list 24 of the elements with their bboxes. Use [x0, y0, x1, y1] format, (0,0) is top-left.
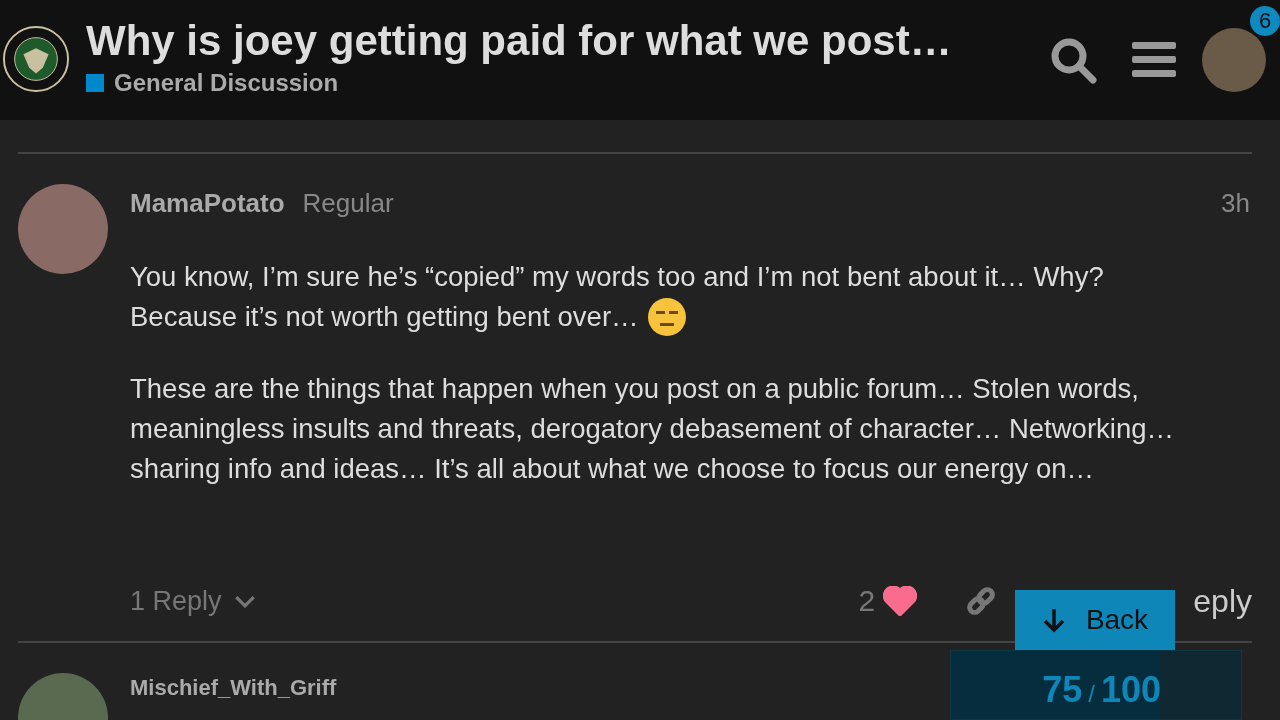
username[interactable]: MamaPotato [130, 188, 285, 219]
notification-badge: 6 [1250, 6, 1280, 36]
category-link[interactable]: General Discussion [114, 69, 339, 97]
post-text: Because it’s not worth getting bent over… [130, 300, 639, 334]
link-icon[interactable] [965, 585, 998, 617]
total-post-count: 100 [1100, 669, 1161, 711]
post-text: These are the things that happen when you post on a public forum… Stolen words, meaningless insults and threats, derogatory debasement of character… Networking… sharing info and ideas… It’s all about what we choose to focus our energy on… [130, 372, 1175, 486]
post-text: You know, I’m sure he’s “copied” my words too and I’m not bent about it… Why? [130, 260, 1104, 294]
arrow-down-icon [1041, 607, 1066, 633]
topic-title: Why is joey getting paid for what we post… [86, 17, 953, 65]
chevron-down-icon [233, 594, 256, 608]
timeline-scroller[interactable]: 75 / 100 [950, 650, 1242, 720]
like-count[interactable]: 2 [858, 584, 876, 618]
current-post-number: 75 [1042, 669, 1083, 711]
separator-slash: / [1088, 680, 1095, 708]
reply-button[interactable]: eply [1193, 582, 1252, 620]
heart-icon[interactable] [883, 586, 918, 616]
post-age[interactable]: 3h [1221, 188, 1250, 219]
replies-toggle[interactable]: 1 Reply [130, 585, 256, 617]
menu-icon[interactable] [1132, 40, 1176, 80]
user-title: Regular [302, 188, 394, 219]
username[interactable]: Mischief_With_Griff [130, 675, 337, 720]
back-button[interactable]: Back [1015, 590, 1175, 650]
seal-logo-icon[interactable] [2, 25, 70, 93]
